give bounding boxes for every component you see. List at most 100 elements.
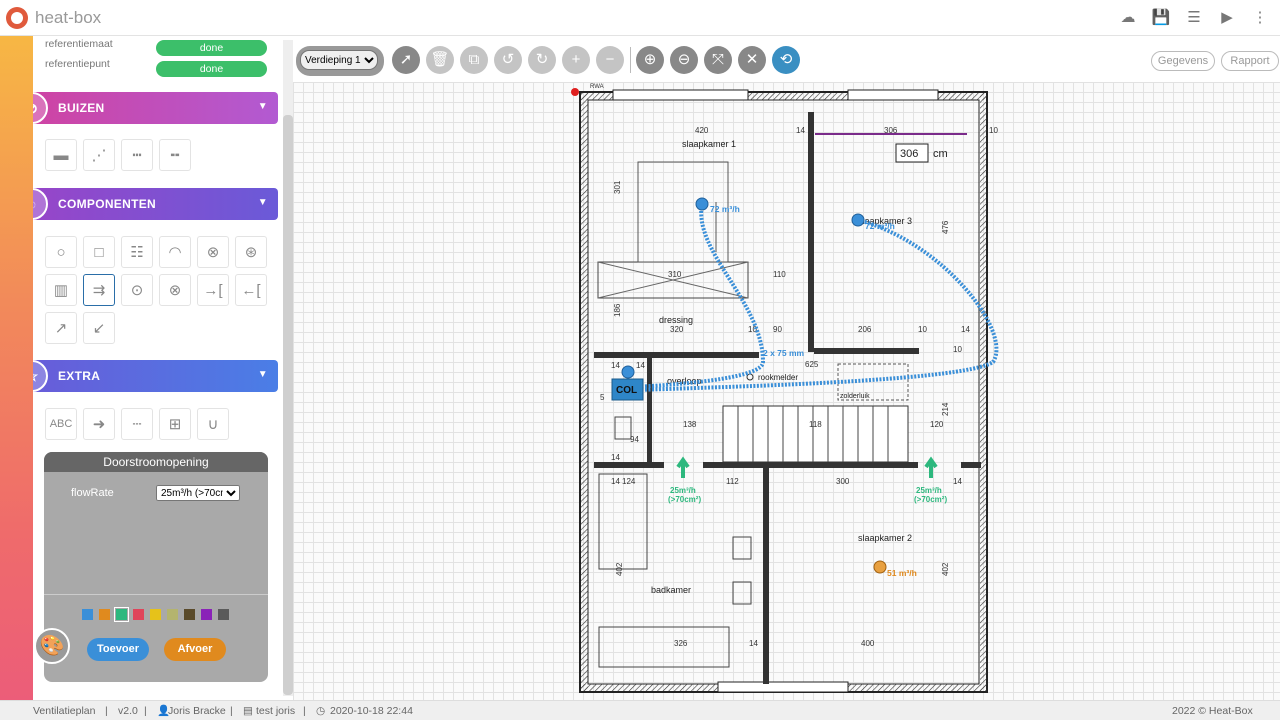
fit-icon[interactable]: ⤧ [704,46,732,74]
transfer-arrow-s2[interactable] [924,456,938,478]
supply-valve-s1[interactable] [695,197,709,211]
floor-plan[interactable]: RWA 420 14 306 310 110 320 90 206 10 625… [293,82,1280,700]
footer-sep: | [230,705,233,717]
dimension-label: 10 [989,126,998,135]
palette-icon[interactable]: 🎨 [34,628,70,664]
referentiepunt-status[interactable]: done [156,61,267,77]
floor-select[interactable]: Verdieping 1 [300,50,378,70]
section-componenten[interactable]: ◌ COMPONENTEN ▼ [33,188,278,220]
swatch-green[interactable] [114,607,129,622]
document-icon[interactable]: ☰ [1184,8,1204,28]
text-tool[interactable]: ABC [45,408,77,440]
close-icon[interactable]: ✕ [738,46,766,74]
circle-valve-icon[interactable]: ○ [45,236,77,268]
gegevens-button[interactable]: Gegevens [1151,51,1215,71]
swatch-gray[interactable] [218,609,229,620]
add-icon[interactable]: + [562,46,590,74]
swatch-yellow[interactable] [150,609,161,620]
origin-point[interactable] [571,88,579,96]
dimension-label: 90 [773,325,782,334]
star-icon: ☆ [33,360,48,392]
dimension-label: 14 [749,639,758,648]
sidebar-scrollbar-thumb[interactable] [283,115,293,695]
swatch-red[interactable] [133,609,144,620]
footer-project: test joris [256,705,296,717]
dimension-label: 625 [805,360,819,369]
more-icon[interactable]: ⋮ [1250,8,1270,28]
room-label-slaapkamer2: slaapkamer 2 [858,533,912,543]
redo-icon[interactable]: ↻ [528,46,556,74]
zoom-out-icon[interactable]: ⊖ [670,46,698,74]
wall-outlet-icon[interactable]: ←[ [235,274,267,306]
dimension-label: 110 [773,270,786,279]
pipe-solid-icon[interactable]: ▬ [45,139,77,171]
sidebar-gradient-strip [0,36,33,700]
dimension-label: 14 [953,477,962,486]
plan-canvas[interactable]: RWA 420 14 306 310 110 320 90 206 10 625… [293,82,1280,700]
delete-icon[interactable]: 🗑 [426,46,454,74]
wall-s2-top-right [961,462,981,468]
supply-point-icon[interactable]: ⊙ [121,274,153,306]
wall-dressing-bottom [594,352,759,358]
footer-sep: | [303,705,306,717]
zoom-in-icon[interactable]: ⊕ [636,46,664,74]
window-top-right [847,89,939,101]
exhaust-valve-s2[interactable] [873,560,887,574]
pipe-dashed-icon[interactable]: ╍ [159,139,191,171]
roof-supply-icon[interactable]: ↗ [45,312,77,344]
section-buizen[interactable]: ⊘ BUIZEN ▼ [33,92,278,124]
rapport-button[interactable]: Rapport [1221,51,1279,71]
rotary-vent-icon[interactable]: ⊛ [235,236,267,268]
dimension-label: 476 [941,220,950,234]
pipe-dotted-icon[interactable]: ┅ [121,139,153,171]
cloud-icon[interactable]: ☁ [1118,8,1138,28]
chevron-down-icon: ▼ [257,101,268,112]
referentiemaat-status[interactable]: done [156,40,267,56]
flow-label-s3: 72 m³/h [865,221,895,231]
dimension-label: 14 [636,361,645,370]
undo-icon[interactable]: ↺ [494,46,522,74]
wall-inlet-icon[interactable]: →[ [197,274,229,306]
supply-duct-s1[interactable] [632,203,766,389]
dimension-label: 14 [611,477,620,486]
supply-valve-col[interactable] [621,365,635,379]
swatch-purple[interactable] [201,609,212,620]
transfer-arrow-bath[interactable] [676,456,690,478]
afvoer-button[interactable]: Afvoer [164,638,226,661]
dimension-label: 14 [796,126,805,135]
flowrate-select[interactable]: 25m³/h (>70cm²) [156,485,240,501]
select-pointer-icon[interactable]: ➚ [392,46,420,74]
swatch-orange[interactable] [99,609,110,620]
grille-icon[interactable]: ☷ [121,236,153,268]
flow-arrow-icon[interactable]: ⇉ [83,274,115,306]
transfer-label-bath-area: (>70cm²) [668,495,701,504]
video-icon[interactable]: ▶ [1217,8,1237,28]
folder-icon: ▤ [243,705,253,717]
dotted-line-icon[interactable]: ┄ [121,408,153,440]
room-label-dressing: dressing [659,315,693,325]
wall-unit-icon[interactable]: ▥ [45,274,77,306]
footer-date: 2020-10-18 22:44 [330,705,413,717]
square-valve-icon[interactable]: □ [83,236,115,268]
dimension-label: 112 [726,477,739,486]
double-vent-icon[interactable]: ⊗ [197,236,229,268]
toevoer-button[interactable]: Toevoer [87,638,149,661]
supply-valve-s3[interactable] [851,213,865,227]
hood-icon[interactable]: ◠ [159,236,191,268]
flow-label-s2: 51 m³/h [887,568,917,578]
status-bar: Ventilatieplan | v2.0 | 👤 Joris Bracke |… [0,700,1280,720]
rotate-icon[interactable]: ⟲ [772,46,800,74]
section-extra[interactable]: ☆ EXTRA ▼ [33,360,278,392]
swatch-blue[interactable] [82,609,93,620]
bend-icon[interactable]: ∪ [197,408,229,440]
pipe-flex-icon[interactable]: ⋰ [83,139,115,171]
roof-exhaust-icon[interactable]: ↙ [83,312,115,344]
save-icon[interactable]: 💾 [1151,8,1171,28]
swatch-olive[interactable] [167,609,178,620]
copy-icon[interactable]: ⧉ [460,46,488,74]
exhaust-point-icon[interactable]: ⊗ [159,274,191,306]
arrow-icon[interactable]: ➜ [83,408,115,440]
area-icon[interactable]: ⊞ [159,408,191,440]
swatch-brown[interactable] [184,609,195,620]
remove-icon[interactable]: − [596,46,624,74]
